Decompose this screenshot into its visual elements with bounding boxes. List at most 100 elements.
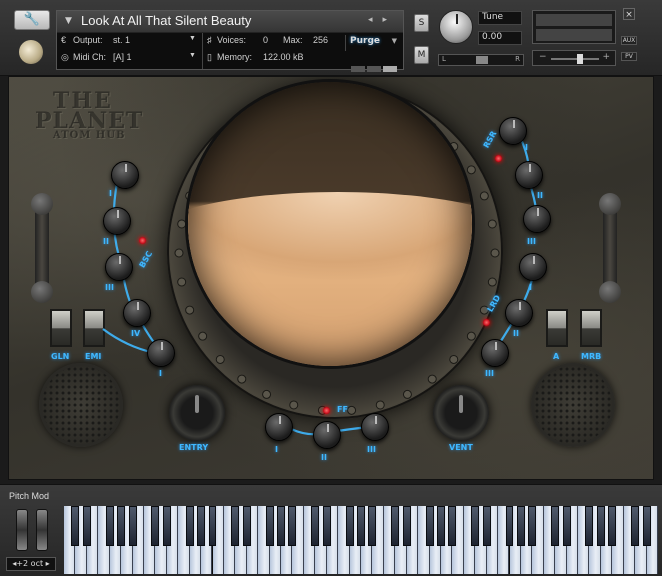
aux-button[interactable]: AUX	[621, 36, 637, 45]
rsr-knob-3[interactable]	[523, 205, 551, 233]
chevron-down-icon[interactable]: ▼	[189, 35, 196, 42]
piano-keyboard[interactable]	[64, 506, 658, 574]
bsc-knob-1-label: I	[109, 189, 112, 198]
black-key[interactable]	[117, 506, 126, 546]
midi-channel-value[interactable]: [A] 1	[113, 52, 132, 62]
midi-icon: ◎	[61, 52, 69, 62]
black-key[interactable]	[105, 506, 114, 546]
instrument-name[interactable]: Look At All That Silent Beauty	[81, 13, 251, 28]
output-icon: €	[61, 35, 67, 45]
bsc-knob-4[interactable]	[123, 299, 151, 327]
tune-knob[interactable]	[439, 10, 473, 44]
instrument-info-box: ▼ Look At All That Silent Beauty ◂▸ € Ou…	[56, 10, 404, 72]
rsr-knob-1-label: I	[525, 143, 528, 152]
black-key[interactable]	[516, 506, 525, 546]
black-key[interactable]	[265, 506, 274, 546]
bsc-knob-2[interactable]	[103, 207, 131, 235]
rsr-knob-2[interactable]	[515, 161, 543, 189]
black-key[interactable]	[448, 506, 457, 546]
black-key[interactable]	[231, 506, 240, 546]
black-key[interactable]	[185, 506, 194, 546]
instrument-panel: THE PLANET ATOM HUB GLN EMI A MRB I II I…	[8, 76, 654, 480]
tune-value[interactable]: 0.00	[478, 31, 522, 45]
black-key[interactable]	[311, 506, 320, 546]
black-key[interactable]	[436, 506, 445, 546]
solo-button[interactable]: S	[414, 14, 429, 32]
black-key[interactable]	[551, 506, 560, 546]
purge-meters	[351, 57, 399, 72]
black-key[interactable]	[151, 506, 160, 546]
lrd-knob-1[interactable]	[519, 253, 547, 281]
wrench-icon[interactable]: 🔧	[14, 10, 50, 30]
black-key[interactable]	[631, 506, 640, 546]
voices-icon: ♯	[207, 35, 212, 45]
ff-knob-1[interactable]	[265, 413, 293, 441]
mute-button[interactable]: M	[414, 46, 429, 64]
black-key[interactable]	[596, 506, 605, 546]
bsc-led	[139, 237, 146, 244]
black-key[interactable]	[471, 506, 480, 546]
black-key[interactable]	[585, 506, 594, 546]
chevron-down-icon[interactable]: ▼	[65, 16, 72, 26]
black-key[interactable]	[528, 506, 537, 546]
bsc-knob-3[interactable]	[105, 253, 133, 281]
entry-knob[interactable]	[169, 385, 225, 441]
mod-wheel[interactable]	[36, 509, 48, 551]
bsc-knob-5[interactable]	[147, 339, 175, 367]
ff-knob-1-label: I	[275, 445, 278, 454]
vent-label: VENT	[449, 443, 473, 452]
volume-handle[interactable]	[577, 54, 583, 64]
ff-knob-2[interactable]	[313, 421, 341, 449]
lrd-knob-2-label: II	[513, 329, 519, 338]
memory-value: 122.00 kB	[263, 52, 304, 62]
entry-label: ENTRY	[179, 443, 209, 452]
chevron-down-icon: ▼	[391, 37, 397, 45]
black-key[interactable]	[425, 506, 434, 546]
chevron-down-icon[interactable]: ▼	[189, 52, 196, 59]
black-key[interactable]	[402, 506, 411, 546]
black-key[interactable]	[288, 506, 297, 546]
volume-slider[interactable]: − +	[532, 50, 616, 66]
black-key[interactable]	[642, 506, 651, 546]
black-key[interactable]	[82, 506, 91, 546]
octave-shift[interactable]: ◂+2 oct ▸	[6, 557, 56, 571]
pan-handle[interactable]	[476, 56, 488, 64]
black-key[interactable]	[505, 506, 514, 546]
pv-button[interactable]: PV	[621, 52, 637, 61]
max-voices-value[interactable]: 256	[313, 35, 328, 45]
black-key[interactable]	[128, 506, 137, 546]
black-key[interactable]	[368, 506, 377, 546]
black-key[interactable]	[322, 506, 331, 546]
bsc-knob-2-label: II	[103, 237, 109, 246]
black-key[interactable]	[608, 506, 617, 546]
voices-label: Voices:	[217, 35, 247, 45]
ff-knob-3[interactable]	[361, 413, 389, 441]
black-key[interactable]	[562, 506, 571, 546]
black-key[interactable]	[357, 506, 365, 546]
black-key[interactable]	[162, 506, 171, 546]
ff-section-label: FF	[337, 405, 348, 414]
close-icon[interactable]: ×	[623, 8, 635, 20]
level-meter	[532, 10, 616, 44]
output-value[interactable]: st. 1	[113, 35, 130, 45]
bsc-knob-4-label: IV	[131, 329, 141, 338]
black-key[interactable]	[197, 506, 206, 546]
black-key[interactable]	[242, 506, 251, 546]
black-key[interactable]	[391, 506, 400, 546]
black-key[interactable]	[345, 506, 354, 546]
black-key[interactable]	[482, 506, 491, 546]
black-key[interactable]	[277, 506, 286, 546]
vent-knob[interactable]	[433, 385, 489, 441]
lrd-knob-2[interactable]	[505, 299, 533, 327]
rsr-knob-1[interactable]	[499, 117, 527, 145]
rsr-knob-2-label: II	[537, 191, 543, 200]
purge-menu[interactable]: Purge ▼	[345, 35, 401, 51]
lrd-knob-3[interactable]	[481, 339, 509, 367]
bsc-knob-1[interactable]	[111, 161, 139, 189]
pan-slider[interactable]: L R	[438, 54, 524, 66]
black-key[interactable]	[208, 506, 217, 546]
tune-label: Tune	[478, 11, 522, 25]
pitch-wheel[interactable]	[16, 509, 28, 551]
black-key[interactable]	[71, 506, 80, 546]
instrument-nav-arrows[interactable]: ◂▸	[368, 15, 397, 25]
